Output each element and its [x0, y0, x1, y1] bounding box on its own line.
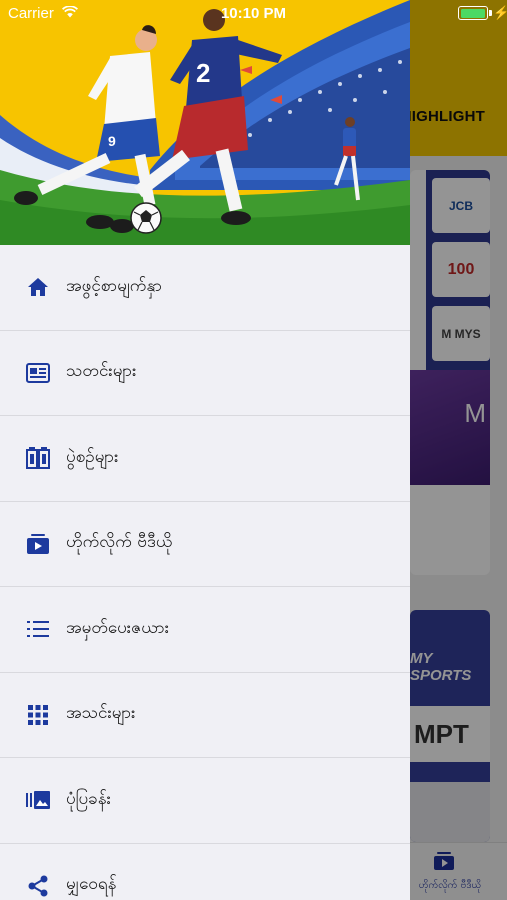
- hero-player-number-2: 2: [196, 58, 210, 88]
- menu-item-teams[interactable]: အသင်းများ: [0, 673, 410, 758]
- menu-item-label: ဟိုက်လိုက် ဗီဒီယို: [66, 532, 173, 553]
- menu-item-label: အမှတ်ပေးဇယား: [66, 617, 170, 638]
- menu-item-fixtures[interactable]: ပွဲစဉ်များ: [0, 416, 410, 502]
- menu-item-home[interactable]: အဖွင့်စာမျက်နှာ: [0, 245, 410, 331]
- gallery-icon: [26, 788, 50, 812]
- status-time: 10:10 PM: [220, 5, 287, 22]
- charging-icon: ⚡: [493, 5, 507, 20]
- menu-item-standings[interactable]: အမှတ်ပေးဇယား: [0, 587, 410, 673]
- drawer-hero-illustration: 2 9: [0, 0, 410, 245]
- share-icon: [26, 874, 50, 898]
- home-icon: [26, 275, 50, 299]
- grid-icon: [26, 703, 50, 727]
- menu-item-news[interactable]: သတင်းများ: [0, 331, 410, 416]
- battery-icon: [458, 6, 492, 20]
- menu-item-share[interactable]: မျှဝေရန်: [0, 844, 410, 900]
- video-icon: [26, 532, 50, 556]
- menu-item-label: အဖွင့်စာမျက်နှာ: [66, 275, 163, 296]
- menu-item-label: ပုံပြခန်း: [66, 788, 111, 809]
- drawer-menu: အဖွင့်စာမျက်နှာ သတင်းများ ပွဲစဉ်များ ဟို…: [0, 245, 410, 900]
- list-icon: [26, 617, 50, 641]
- menu-item-label: မျှဝေရန်: [66, 874, 117, 895]
- status-bar: Carrier 10:10 PM ⚡: [0, 0, 507, 24]
- newspaper-icon: [26, 361, 50, 385]
- menu-item-gallery[interactable]: ပုံပြခန်း: [0, 758, 410, 844]
- menu-item-label: ပွဲစဉ်များ: [66, 446, 119, 467]
- navigation-drawer: 2 9 အဖွင့်စာမျက်နှာ သတင်းများ ပွဲစဉ်များ…: [0, 0, 410, 900]
- hero-player-number-9: 9: [108, 133, 116, 149]
- menu-item-label: သတင်းများ: [66, 361, 137, 382]
- menu-item-label: အသင်းများ: [66, 703, 136, 724]
- menu-item-highlight-video[interactable]: ဟိုက်လိုက် ဗီဒီယို: [0, 502, 410, 587]
- fixtures-icon: [26, 446, 50, 470]
